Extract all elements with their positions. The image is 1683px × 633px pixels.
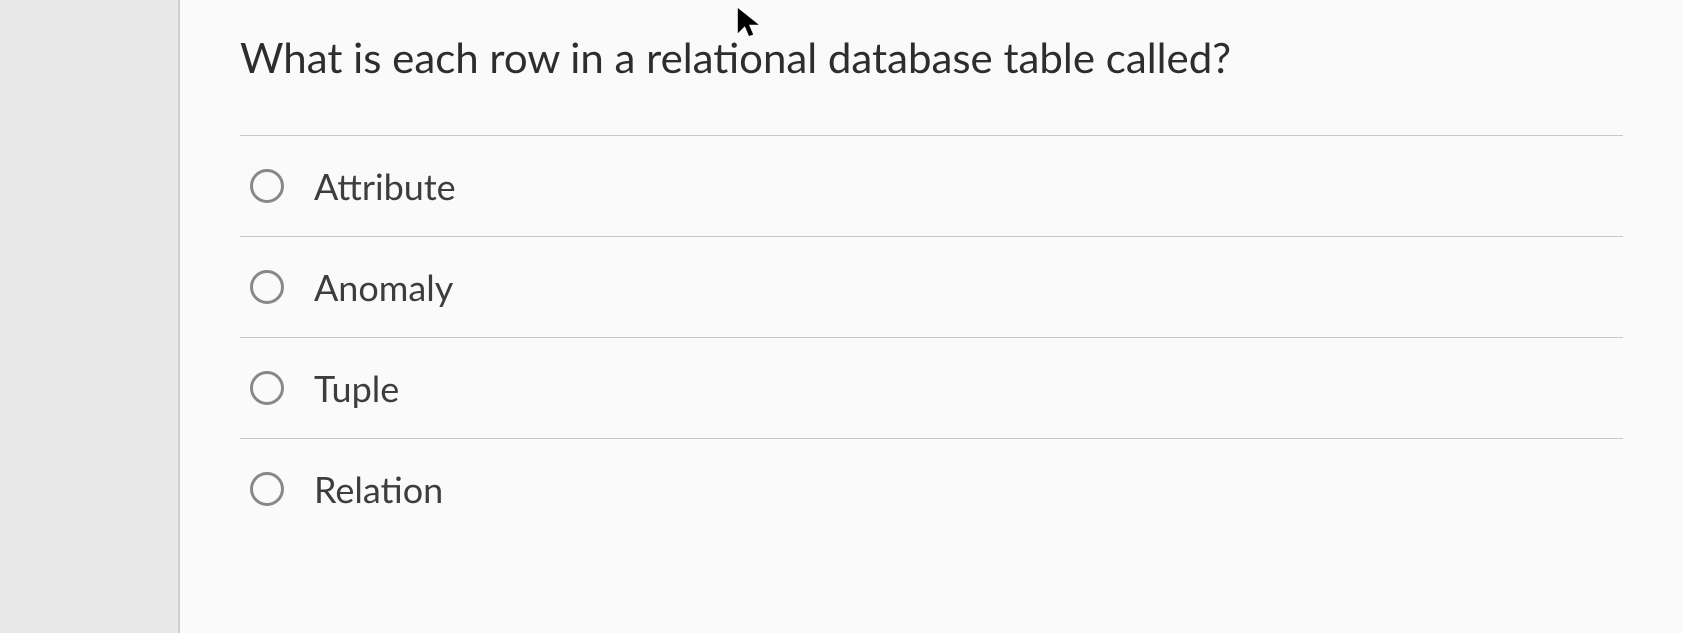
cursor-icon xyxy=(735,5,763,39)
option-row-anomaly[interactable]: Anomaly xyxy=(240,236,1623,337)
radio-icon xyxy=(250,270,284,304)
option-label: Relation xyxy=(314,467,443,511)
option-label: Tuple xyxy=(314,366,399,410)
radio-icon xyxy=(250,472,284,506)
radio-icon xyxy=(250,371,284,405)
option-label: Anomaly xyxy=(314,265,453,309)
question-prompt: What is each row in a relational databas… xyxy=(240,30,1623,85)
question-container: What is each row in a relational databas… xyxy=(180,0,1683,633)
sidebar-edge xyxy=(0,0,180,633)
option-row-tuple[interactable]: Tuple xyxy=(240,337,1623,438)
option-row-relation[interactable]: Relation xyxy=(240,438,1623,539)
option-label: Attribute xyxy=(314,164,456,208)
radio-icon xyxy=(250,169,284,203)
option-row-attribute[interactable]: Attribute xyxy=(240,135,1623,236)
